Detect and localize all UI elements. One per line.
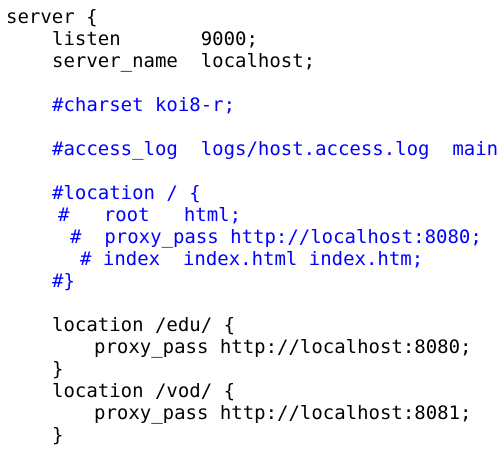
code-editor: server { listen 9000; server_name localh… (0, 0, 502, 453)
comment-line-root: # root html; (58, 204, 242, 226)
comment-line-location-root: #location / { (52, 182, 201, 204)
code-line-proxy-pass-8081: proxy_pass http://localhost:8081; (94, 402, 472, 424)
code-line-location-vod: location /vod/ { (52, 380, 236, 402)
comment-line-close: #} (52, 270, 75, 292)
code-line-close-vod: } (52, 424, 64, 446)
comment-line-charset: #charset koi8-r; (52, 94, 236, 116)
comment-line-access-log: #access_log logs/host.access.log main; (52, 138, 502, 160)
comment-line-proxy-pass: # proxy_pass http://localhost:8080; (70, 226, 482, 248)
code-line-close-edu: } (52, 358, 64, 380)
code-line-location-edu: location /edu/ { (52, 314, 236, 336)
code-line-listen: listen 9000; (52, 28, 258, 50)
code-line-server-open: server { (6, 6, 98, 28)
comment-line-index: # index index.html index.htm; (80, 248, 424, 270)
code-line-proxy-pass-8080: proxy_pass http://localhost:8080; (94, 336, 472, 358)
code-line-server-name: server_name localhost; (52, 50, 316, 72)
